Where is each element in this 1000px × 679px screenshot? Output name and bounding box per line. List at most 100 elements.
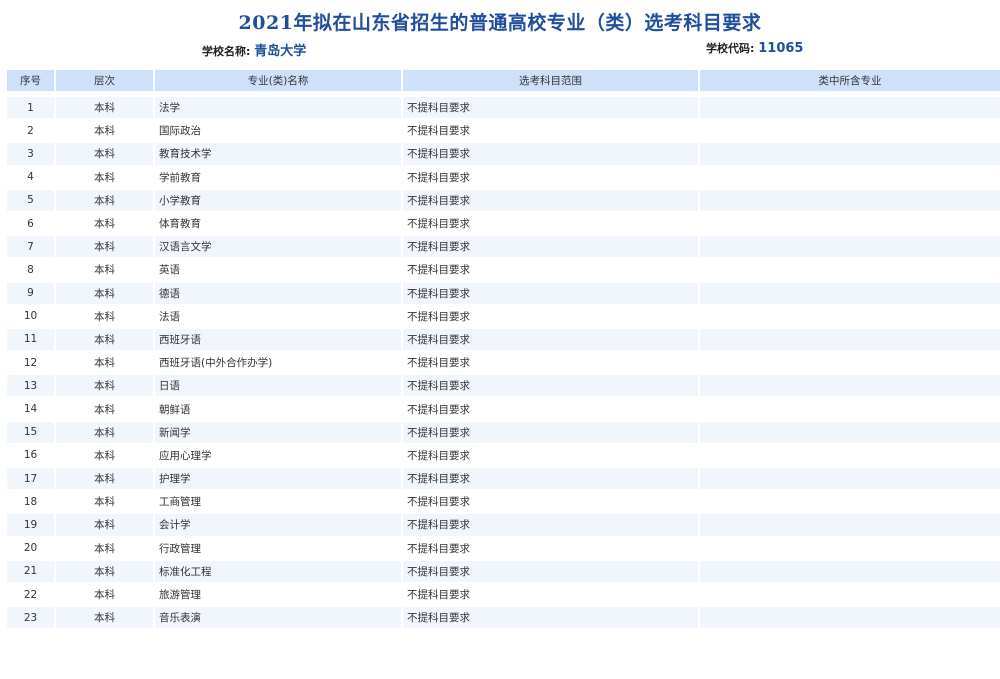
table-row: 20 本科 行政管理 不提科目要求 [7,537,1000,559]
row-major: 德语 [155,282,401,304]
row-requirement: 不提科目要求 [403,398,698,420]
table-row: 21 本科 标准化工程 不提科目要求 [7,560,1000,582]
row-level: 本科 [56,398,153,420]
row-level: 本科 [56,468,153,490]
row-major: 法语 [155,305,401,327]
table-row: 1 本科 法学 不提科目要求 [7,97,1000,119]
row-included-majors [700,421,1000,443]
row-major: 汉语言文学 [155,236,401,258]
row-requirement: 不提科目要求 [403,491,698,513]
row-included-majors [700,398,1000,420]
row-level: 本科 [56,328,153,351]
school-code-value: 11065 [758,41,804,56]
row-requirement: 不提科目要求 [403,514,698,536]
row-index: 20 [7,537,54,559]
table-row: 9 本科 德语 不提科目要求 [7,282,1000,304]
table-row: 15 本科 新闻学 不提科目要求 [7,421,1000,443]
table-row: 22 本科 旅游管理 不提科目要求 [7,583,1000,606]
header-major: 专业(类)名称 [155,70,401,91]
row-requirement: 不提科目要求 [403,583,698,606]
page-title: 2021年拟在山东省招生的普通高校专业（类）选考科目要求 [238,12,762,34]
table-row: 7 本科 汉语言文学 不提科目要求 [7,236,1000,258]
row-index: 6 [7,212,54,235]
row-level: 本科 [56,583,153,606]
row-requirement: 不提科目要求 [403,537,698,559]
school-name-info: 学校名称: 青岛大学 [202,40,306,59]
row-requirement: 不提科目要求 [403,328,698,351]
row-major: 应用心理学 [155,444,401,466]
row-requirement: 不提科目要求 [403,375,698,397]
row-major: 英语 [155,259,401,281]
row-major: 学前教育 [155,166,401,188]
row-index: 11 [7,328,54,351]
row-index: 12 [7,352,54,374]
table-row: 3 本科 教育技术学 不提科目要求 [7,143,1000,165]
row-requirement: 不提科目要求 [403,352,698,374]
row-index: 22 [7,583,54,606]
row-index: 2 [7,120,54,142]
row-level: 本科 [56,143,153,165]
row-index: 16 [7,444,54,466]
row-included-majors [700,120,1000,142]
row-included-majors [700,305,1000,327]
row-level: 本科 [56,212,153,235]
row-level: 本科 [56,352,153,374]
row-requirement: 不提科目要求 [403,97,698,119]
row-major: 工商管理 [155,491,401,513]
row-included-majors [700,560,1000,582]
row-index: 21 [7,560,54,582]
row-major: 法学 [155,97,401,119]
row-included-majors [700,375,1000,397]
table-row: 2 本科 国际政治 不提科目要求 [7,120,1000,142]
row-requirement: 不提科目要求 [403,189,698,211]
row-requirement: 不提科目要求 [403,259,698,281]
table-row: 19 本科 会计学 不提科目要求 [7,514,1000,536]
row-requirement: 不提科目要求 [403,305,698,327]
row-index: 7 [7,236,54,258]
row-requirement: 不提科目要求 [403,212,698,235]
row-major: 朝鲜语 [155,398,401,420]
row-included-majors [700,537,1000,559]
row-requirement: 不提科目要求 [403,468,698,490]
table-row: 8 本科 英语 不提科目要求 [7,259,1000,281]
school-code-info: 学校代码: 11065 [706,40,803,56]
row-requirement: 不提科目要求 [403,120,698,142]
row-major: 会计学 [155,514,401,536]
header-requirement: 选考科目范围 [403,70,698,91]
row-level: 本科 [56,259,153,281]
row-major: 旅游管理 [155,583,401,606]
row-included-majors [700,352,1000,374]
row-included-majors [700,143,1000,165]
row-level: 本科 [56,560,153,582]
row-index: 10 [7,305,54,327]
row-level: 本科 [56,282,153,304]
row-index: 5 [7,189,54,211]
row-major: 西班牙语 [155,328,401,351]
row-requirement: 不提科目要求 [403,421,698,443]
row-included-majors [700,607,1000,629]
row-requirement: 不提科目要求 [403,166,698,188]
school-name-value: 青岛大学 [254,44,307,59]
row-requirement: 不提科目要求 [403,444,698,466]
row-major: 日语 [155,375,401,397]
school-code-label: 学校代码: [706,42,755,55]
header-included-majors: 类中所含专业 [700,70,1000,91]
row-level: 本科 [56,514,153,536]
table-row: 5 本科 小学教育 不提科目要求 [7,189,1000,211]
row-index: 23 [7,607,54,629]
row-included-majors [700,166,1000,188]
row-major: 体育教育 [155,212,401,235]
row-included-majors [700,259,1000,281]
row-major: 国际政治 [155,120,401,142]
row-index: 19 [7,514,54,536]
row-level: 本科 [56,120,153,142]
table-row: 17 本科 护理学 不提科目要求 [7,468,1000,490]
table-row: 12 本科 西班牙语(中外合作办学) 不提科目要求 [7,352,1000,374]
table-row: 10 本科 法语 不提科目要求 [7,305,1000,327]
row-major: 护理学 [155,468,401,490]
row-included-majors [700,97,1000,119]
header-gap [7,93,1000,95]
row-included-majors [700,282,1000,304]
table-row: 4 本科 学前教育 不提科目要求 [7,166,1000,188]
row-level: 本科 [56,607,153,629]
